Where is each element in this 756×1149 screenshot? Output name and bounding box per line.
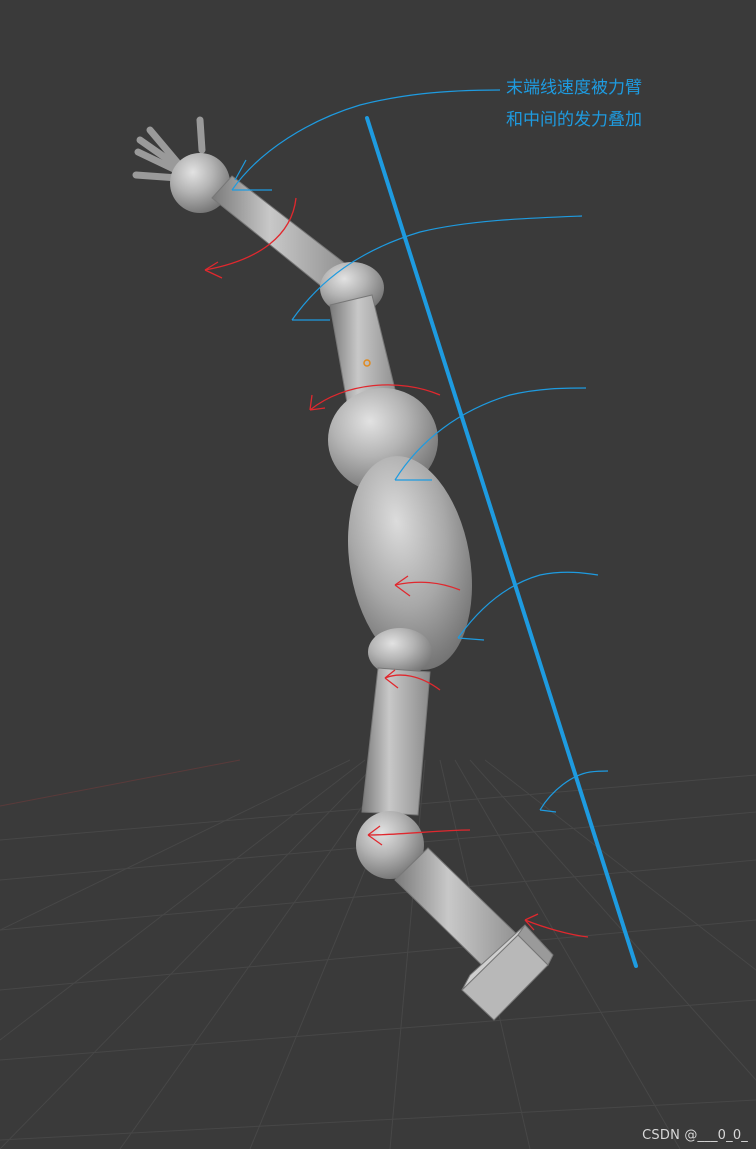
3d-viewport[interactable] [0, 0, 756, 1149]
watermark-text: CSDN @___0_0_ [642, 1128, 748, 1143]
annotation-line-2: 和中间的发力叠加 [506, 110, 642, 130]
annotation-line-1: 末端线速度被力臂 [506, 78, 642, 98]
